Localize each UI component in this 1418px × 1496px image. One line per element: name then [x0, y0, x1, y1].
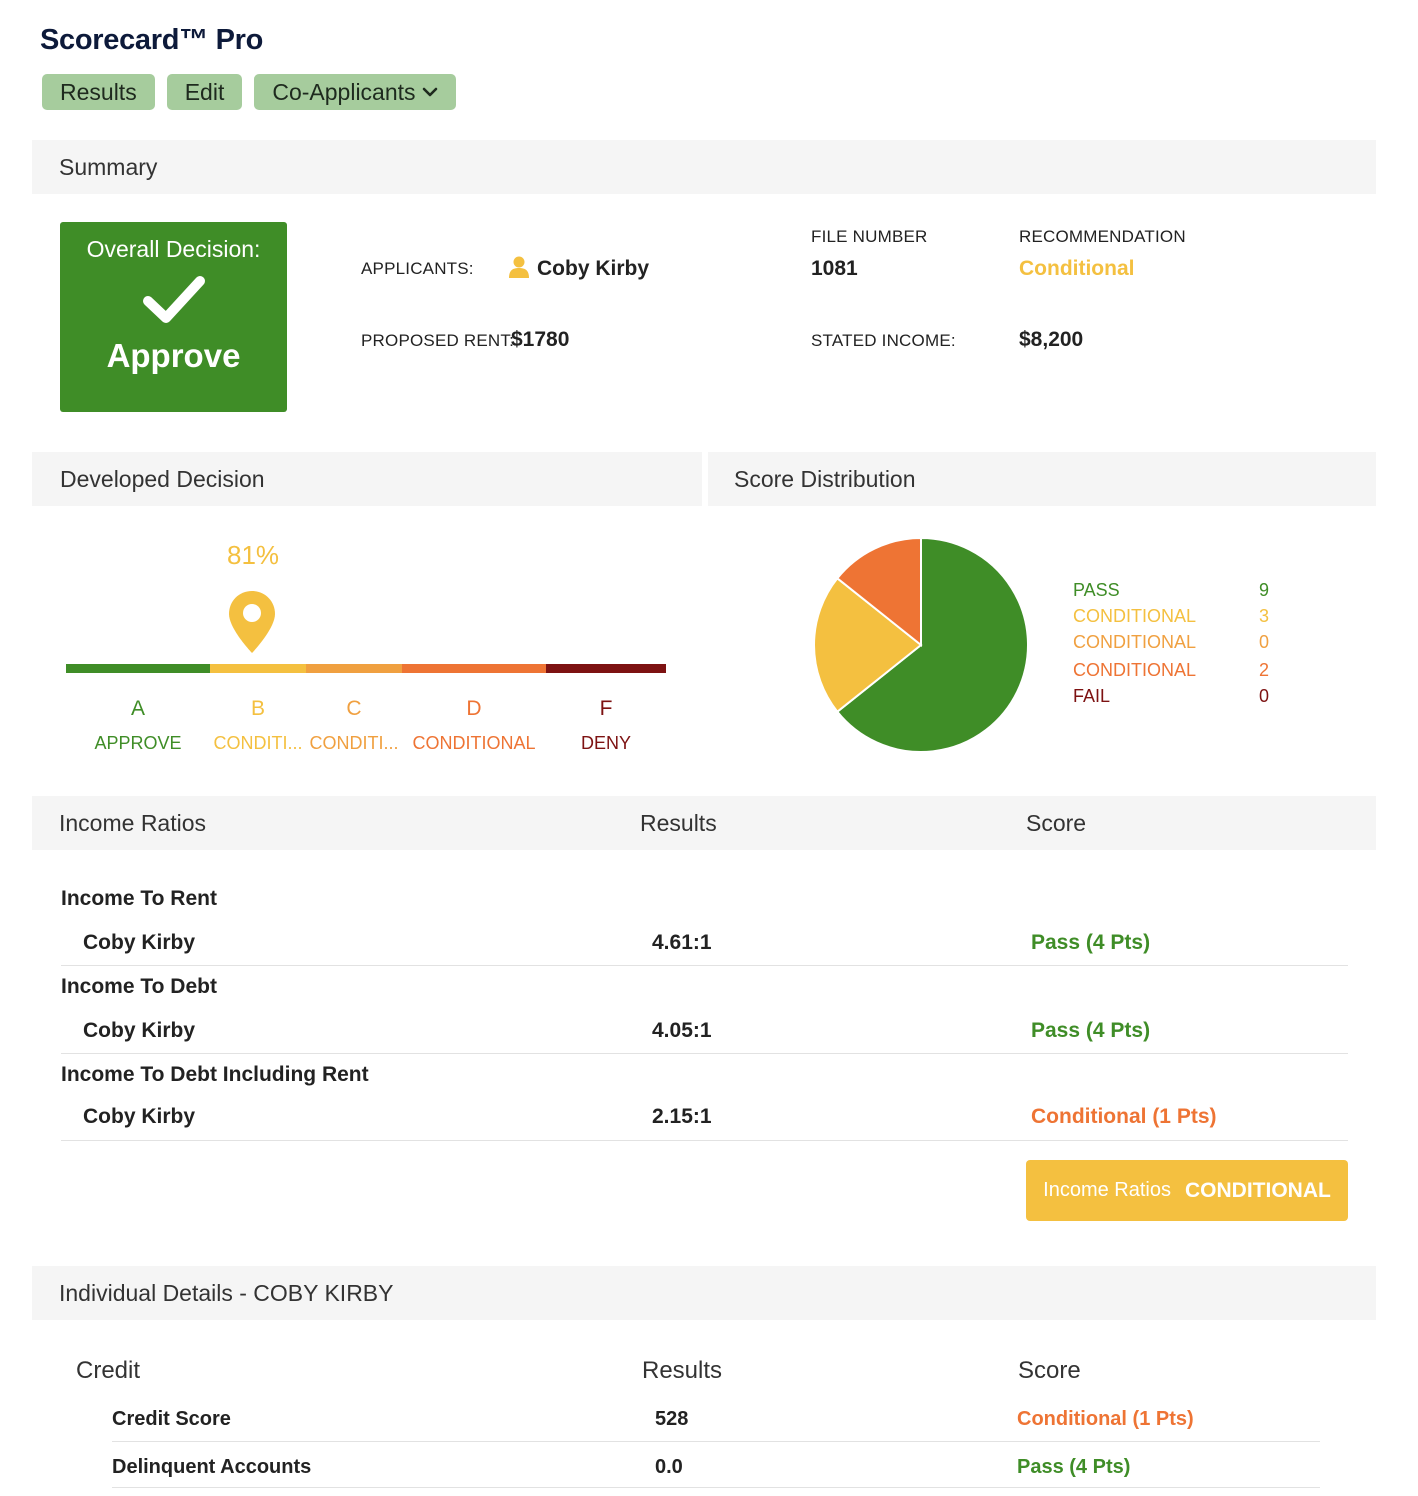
ratio-score: Pass (4 Pts) [1031, 1019, 1151, 1042]
summary-badge-value: CONDITIONAL [1185, 1178, 1331, 1202]
score-distribution-pie [813, 536, 1029, 753]
row-divider [61, 1140, 1348, 1141]
row-divider [61, 965, 1348, 966]
credit-row-result: 0.0 [655, 1456, 683, 1478]
edit-button-label: Edit [184, 78, 225, 105]
income-ratios-score-header: Score [1026, 809, 1087, 836]
grade-name: CONDITIONAL [412, 733, 536, 753]
overall-decision-label: Overall Decision: [86, 236, 261, 262]
app-title: Scorecard™ Pro [40, 24, 264, 56]
stated-income-label: STATED INCOME: [811, 331, 956, 350]
developed-decision-title: Developed Decision [60, 465, 265, 492]
legend-label: PASS [1073, 580, 1120, 600]
legend-count: 2 [1259, 660, 1270, 680]
grade-bar-a [66, 664, 210, 673]
applicant-name: Coby Kirby [537, 257, 650, 280]
legend-count: 0 [1259, 632, 1270, 652]
credit-row-score: Conditional (1 Pts) [1017, 1408, 1194, 1430]
income-ratios-results-header: Results [640, 809, 717, 836]
grade-bar-f [546, 664, 666, 673]
grade-bar-d [402, 664, 546, 673]
summary-section-header: Summary [32, 140, 1376, 194]
legend-count: 9 [1259, 580, 1270, 600]
legend-label: FAIL [1073, 686, 1111, 706]
individual-details-section-header: Individual Details - COBY KIRBY [32, 1266, 1376, 1320]
file-number: 1081 [811, 257, 858, 280]
grade-name: APPROVE [94, 733, 182, 753]
grade-bar-b [210, 664, 306, 673]
individual-details-title: Individual Details - COBY KIRBY [59, 1279, 394, 1306]
credit-header: Credit [76, 1357, 141, 1384]
grade-letter: D [466, 697, 482, 720]
ratio-result: 4.61:1 [652, 931, 712, 954]
legend-label: CONDITIONAL [1073, 660, 1197, 680]
stated-income-value: $8,200 [1019, 328, 1084, 351]
summary-title: Summary [59, 153, 158, 180]
income-ratios-section-header: Income Ratios Results Score [32, 796, 1376, 850]
chevron-down-icon [422, 87, 437, 97]
row-divider [61, 1053, 1348, 1054]
credit-results-header: Results [642, 1357, 723, 1384]
credit-row-name: Credit Score [112, 1408, 231, 1430]
grade-letter: A [130, 697, 145, 720]
summary-badge-label: Income Ratios [1043, 1179, 1171, 1201]
proposed-rent-label: PROPOSED RENT: [361, 331, 514, 350]
group-title: Income To Debt [61, 975, 217, 998]
legend-label: CONDITIONAL [1073, 632, 1197, 652]
row-divider [112, 1441, 1320, 1442]
grade-name: CONDITI... [309, 733, 399, 753]
credit-score-header: Score [1018, 1357, 1081, 1384]
ratio-score: Pass (4 Pts) [1031, 931, 1151, 954]
applicants-label: APPLICANTS: [361, 259, 474, 278]
credit-row-score: Pass (4 Pts) [1017, 1456, 1131, 1478]
grade-letter: B [250, 697, 265, 720]
file-number-label: FILE NUMBER [811, 227, 928, 246]
income-ratios-summary-badge[interactable]: Income Ratios CONDITIONAL [1026, 1160, 1348, 1221]
edit-button[interactable]: Edit [166, 74, 243, 110]
co-applicants-dropdown[interactable]: Co-Applicants [254, 74, 456, 110]
applicant-row-name: Coby Kirby [83, 1105, 196, 1128]
score-distribution-title: Score Distribution [734, 465, 916, 492]
co-applicants-label: Co-Applicants [272, 78, 416, 105]
credit-row-result: 528 [655, 1408, 689, 1430]
map-pin-icon [229, 591, 275, 653]
legend-count: 0 [1259, 686, 1270, 706]
ratio-score: Conditional (1 Pts) [1031, 1105, 1217, 1128]
overall-decision-card: Overall Decision: Approve [60, 222, 287, 412]
grade-letter: F [599, 697, 613, 720]
decision-percent: 81% [227, 540, 280, 570]
credit-row-name: Delinquent Accounts [112, 1456, 312, 1478]
main-nav: Results Edit Co-Applicants [42, 74, 456, 110]
score-distribution-section-header: Score Distribution [708, 452, 1376, 506]
user-icon [509, 256, 529, 278]
recommendation-label: RECOMMENDATION [1019, 227, 1186, 246]
grade-bar-c [306, 664, 402, 673]
ratio-result: 2.15:1 [652, 1105, 712, 1128]
grade-letter: C [346, 697, 362, 720]
results-button-label: Results [60, 78, 137, 105]
applicant-row-name: Coby Kirby [83, 931, 196, 954]
row-divider [112, 1487, 1320, 1488]
recommendation-value: Conditional [1019, 257, 1135, 280]
results-button[interactable]: Results [42, 74, 155, 110]
grade-name: CONDITI... [213, 733, 303, 753]
grade-name: DENY [580, 733, 631, 753]
income-ratios-title: Income Ratios [59, 809, 207, 836]
legend-label: CONDITIONAL [1073, 606, 1197, 626]
group-title: Income To Debt Including Rent [61, 1063, 369, 1086]
group-title: Income To Rent [61, 887, 217, 910]
legend-count: 3 [1259, 606, 1270, 626]
ratio-result: 4.05:1 [652, 1019, 712, 1042]
proposed-rent-value: $1780 [511, 328, 570, 351]
applicant-row-name: Coby Kirby [83, 1019, 196, 1042]
overall-decision-value: Approve [106, 337, 241, 374]
checkmark-icon [142, 276, 205, 323]
developed-decision-section-header: Developed Decision [32, 452, 702, 506]
